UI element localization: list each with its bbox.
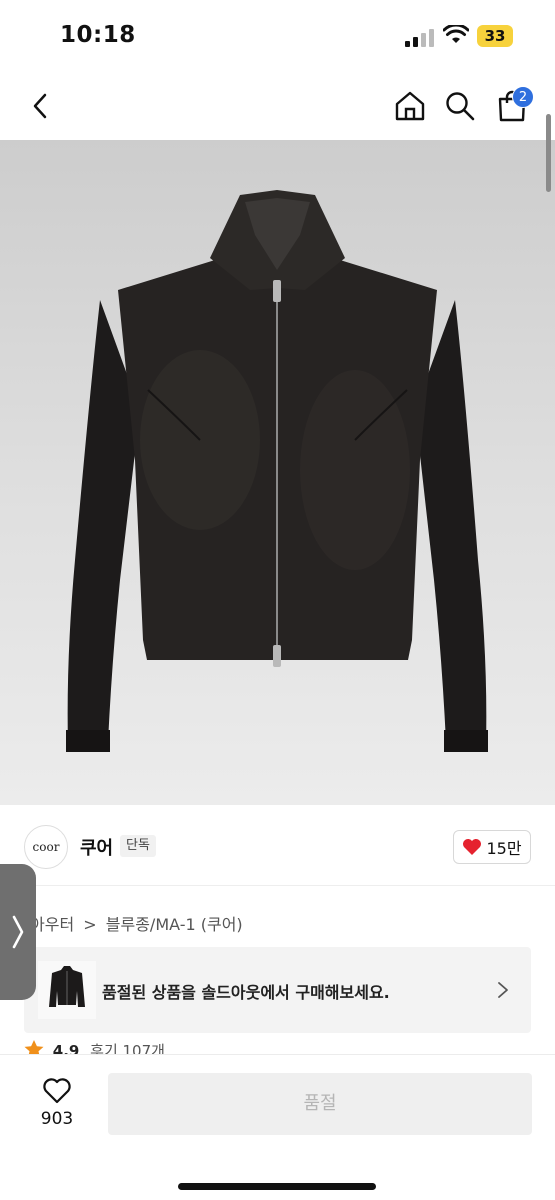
breadcrumb-item-blouson[interactable]: 블루종/MA-1 (쿠어): [106, 915, 243, 934]
scroll-indicator: [546, 114, 551, 192]
home-indicator: [178, 1183, 376, 1190]
chevron-right-icon: [498, 982, 508, 998]
exclusive-tag: 단독: [120, 835, 156, 857]
wifi-icon: [443, 25, 469, 43]
chevron-right-icon: [12, 915, 24, 949]
battery-icon: 33: [477, 25, 513, 47]
nav-bar: [0, 72, 555, 140]
brand-name[interactable]: 쿠어: [80, 834, 113, 860]
breadcrumb: 아우터 > 블루종/MA-1 (쿠어): [30, 911, 247, 935]
search-icon: [446, 92, 475, 121]
brand-like-count: 15만: [486, 839, 522, 858]
jacket-image: [66, 190, 488, 752]
soldout-banner-text: 품절된 상품을 솔드아웃에서 구매해보세요.: [102, 983, 390, 1002]
bottom-action-bar: 903 품절: [0, 1054, 555, 1200]
soldout-banner[interactable]: 품절된 상품을 솔드아웃에서 구매해보세요.: [24, 947, 531, 1033]
signal-icon: [405, 29, 434, 47]
home-icon: [395, 91, 425, 121]
cart-count-badge: 2: [512, 86, 534, 108]
brand-like-button[interactable]: 15만: [453, 830, 531, 864]
divider: [24, 885, 555, 886]
back-button[interactable]: [16, 82, 64, 130]
soldout-button[interactable]: 품절: [108, 1073, 532, 1135]
status-time: 10:18: [60, 22, 136, 48]
brand-row: coor 쿠어 단독 15만: [0, 818, 555, 874]
side-drawer-handle[interactable]: [0, 864, 36, 1000]
product-image[interactable]: [0, 140, 555, 805]
jacket-thumbnail-image: [49, 966, 85, 1007]
breadcrumb-separator: >: [83, 915, 97, 934]
heart-outline-icon: [43, 1078, 71, 1104]
back-arrow-icon: [33, 93, 47, 119]
heart-filled-icon: [463, 839, 482, 855]
search-button[interactable]: [436, 82, 484, 130]
wishlist-button[interactable]: 903: [30, 1077, 84, 1137]
brand-logo[interactable]: coor: [24, 825, 68, 869]
status-bar: 10:18 33: [0, 0, 555, 72]
breadcrumb-item-outer[interactable]: 아우터: [30, 915, 74, 934]
wishlist-count: 903: [40, 1109, 74, 1129]
banner-thumbnail: [38, 961, 96, 1019]
home-button[interactable]: [386, 82, 434, 130]
